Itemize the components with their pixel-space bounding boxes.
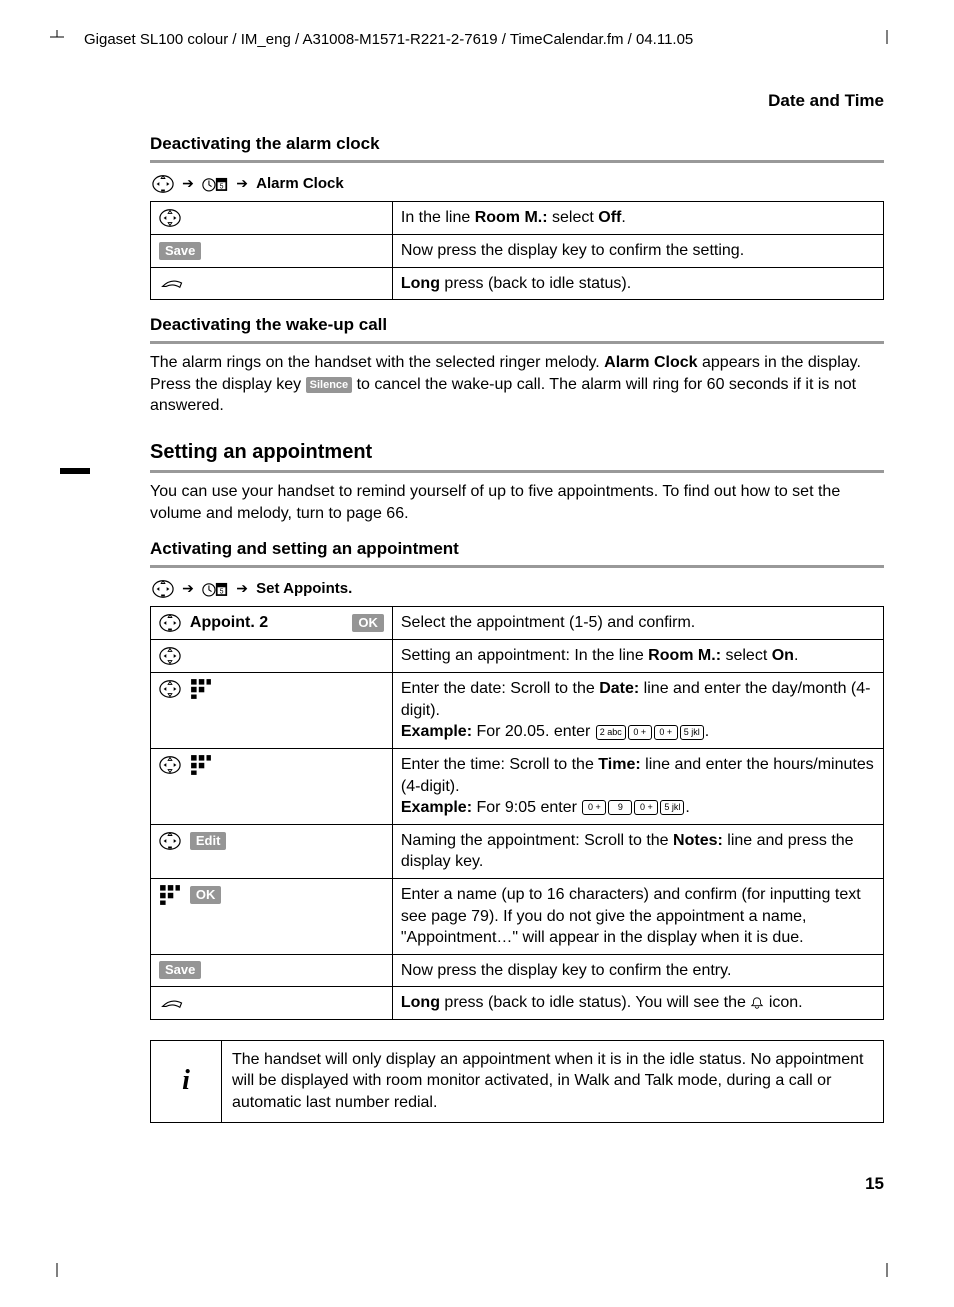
- table-row: Edit Naming the appointment: Scroll to t…: [151, 824, 884, 878]
- key-0: 0 +: [654, 725, 678, 740]
- svg-text:5: 5: [220, 588, 224, 595]
- key-5: 5 jkl: [660, 800, 684, 815]
- table-row: Appoint. 2 OK Select the appointment (1-…: [151, 607, 884, 640]
- table-row: OK Enter a name (up to 16 characters) an…: [151, 878, 884, 954]
- nav-label: Set Appoints.: [256, 580, 352, 597]
- nav-control-icon: [159, 612, 181, 634]
- key-0: 0 +: [628, 725, 652, 740]
- clock-cal-icon: 5: [202, 175, 228, 193]
- key-9: 9: [608, 800, 632, 815]
- alarm-bell-icon: [750, 996, 764, 1010]
- info-text: The handset will only display an appoint…: [222, 1041, 883, 1122]
- table-set-appointment: Appoint. 2 OK Select the appointment (1-…: [150, 606, 884, 1020]
- paragraph: The alarm rings on the handset with the …: [150, 352, 884, 417]
- section-title: Date and Time: [150, 90, 884, 113]
- edit-softkey: Edit: [190, 832, 227, 850]
- keypad-icon: [190, 754, 212, 776]
- rule: [150, 470, 884, 473]
- info-icon: i: [151, 1041, 222, 1122]
- table-row: In the line Room M.: select Off.: [151, 202, 884, 235]
- table-deactivate-alarm: In the line Room M.: select Off. Save No…: [150, 201, 884, 300]
- section-marker: [60, 468, 90, 474]
- nav-control-icon: [159, 754, 181, 776]
- key-2: 2 abc: [596, 725, 626, 740]
- nav-control-icon: [159, 207, 181, 229]
- table-row: Enter the date: Scroll to the Date: line…: [151, 673, 884, 749]
- keypad-icon: [190, 678, 212, 700]
- info-box: i The handset will only display an appoi…: [150, 1040, 884, 1123]
- ok-softkey: OK: [352, 614, 384, 632]
- key-5: 5 jkl: [680, 725, 704, 740]
- clock-cal-icon: 5: [202, 580, 228, 598]
- table-row: Setting an appointment: In the line Room…: [151, 640, 884, 673]
- table-row: Save Now press the display key to confir…: [151, 954, 884, 987]
- end-call-icon: [159, 274, 185, 292]
- nav-control-icon: [159, 830, 181, 852]
- heading-deactivate-alarm: Deactivating the alarm clock: [150, 133, 884, 156]
- table-row: Save Now press the display key to confir…: [151, 235, 884, 268]
- silence-softkey: Silence: [306, 377, 353, 393]
- heading-deactivate-wakeup: Deactivating the wake-up call: [150, 314, 884, 337]
- key-0: 0 +: [582, 800, 606, 815]
- key-0: 0 +: [634, 800, 658, 815]
- heading-activating-appointment: Activating and setting an appointment: [150, 538, 884, 561]
- heading-setting-appointment: Setting an appointment: [150, 439, 884, 466]
- save-softkey: Save: [159, 242, 201, 260]
- appoint-label: Appoint. 2: [190, 614, 268, 631]
- rule: [150, 565, 884, 568]
- table-row: Enter the time: Scroll to the Time: line…: [151, 748, 884, 824]
- rule: [150, 341, 884, 344]
- nav-control-icon: [152, 578, 174, 600]
- nav-path-2: ➔ 5 ➔ Set Appoints.: [150, 574, 884, 606]
- table-row: Long press (back to idle status). You wi…: [151, 987, 884, 1020]
- keypad-icon: [159, 884, 181, 906]
- svg-text:5: 5: [220, 183, 224, 190]
- table-row: Long press (back to idle status).: [151, 267, 884, 300]
- nav-control-icon: [159, 645, 181, 667]
- ok-softkey: OK: [190, 886, 222, 904]
- end-call-icon: [159, 994, 185, 1012]
- nav-control-icon: [152, 173, 174, 195]
- nav-path-1: ➔ 5 ➔ Alarm Clock: [150, 169, 884, 201]
- rule: [150, 160, 884, 163]
- doc-header: Gigaset SL100 colour / IM_eng / A31008-M…: [84, 30, 894, 50]
- paragraph: You can use your handset to remind yours…: [150, 481, 884, 524]
- page-number: 15: [150, 1173, 884, 1196]
- nav-control-icon: [159, 678, 181, 700]
- save-softkey: Save: [159, 961, 201, 979]
- nav-label: Alarm Clock: [256, 175, 344, 192]
